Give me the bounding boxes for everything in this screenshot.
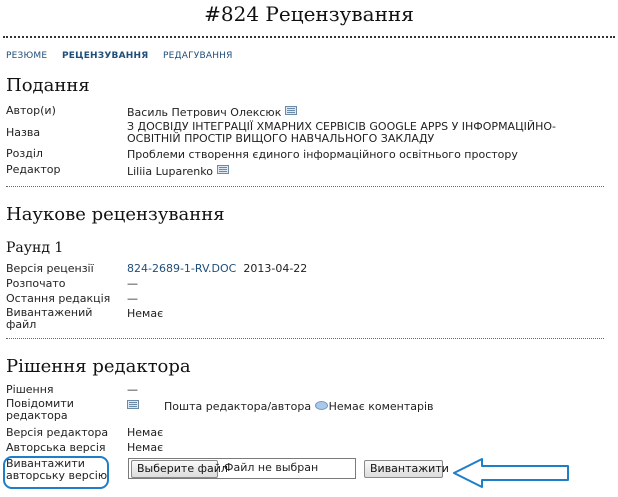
title-label: Назва xyxy=(6,126,41,139)
author-value: Василь Петрович Олексюк xyxy=(127,106,298,119)
decision-value: — xyxy=(127,383,138,396)
page-title: #824 Рецензування xyxy=(204,2,414,26)
mail-icon[interactable] xyxy=(216,165,229,174)
editor-name: Liliia Luparenko xyxy=(127,165,213,178)
comment-bubble-icon[interactable] xyxy=(314,401,328,410)
author-version-label: Авторська версія xyxy=(6,441,106,454)
review-version-date: 2013-04-22 xyxy=(243,262,308,275)
section-value: Проблеми створення єдиного інформаційног… xyxy=(127,148,518,161)
section-divider xyxy=(6,186,604,187)
started-label: Розпочато xyxy=(6,277,66,290)
tab-summary[interactable]: РЕЗЮМЕ xyxy=(6,51,47,61)
review-heading: Наукове рецензування xyxy=(6,204,225,225)
review-version-value: 824-2689-1-RV.DOC 2013-04-22 xyxy=(127,263,307,275)
submission-heading: Подання xyxy=(6,75,90,96)
title-value: З ДОСВІДУ ІНТЕГРАЦІЇ ХМАРНИХ СЕРВІСІВ GO… xyxy=(127,120,556,145)
comments-link[interactable]: Немає коментарів xyxy=(329,400,434,413)
tab-review[interactable]: РЕЦЕНЗУВАННЯ xyxy=(62,51,148,61)
editor-author-mail-link[interactable]: Пошта редактора/автора xyxy=(164,400,311,413)
mail-icon[interactable] xyxy=(285,106,298,115)
highlight-circle xyxy=(3,456,109,489)
section-label: Розділ xyxy=(6,147,43,160)
last-edit-value: — xyxy=(127,292,138,305)
section-divider xyxy=(6,338,604,339)
editor-version-label: Версія редактора xyxy=(6,426,109,439)
uploaded-file-value: Немає xyxy=(127,307,164,320)
started-value: — xyxy=(127,277,138,290)
editor-label: Редактор xyxy=(6,163,61,176)
notify-editor-value: Пошта редактора/автора Немає коментарів xyxy=(127,400,434,413)
author-label: Автор(и) xyxy=(6,104,56,117)
uploaded-file-label: Вивантажений файл xyxy=(6,306,93,331)
editor-version-value: Немає xyxy=(127,426,164,439)
tab-editing[interactable]: РЕДАГУВАННЯ xyxy=(163,51,233,61)
mail-icon[interactable] xyxy=(127,400,139,409)
decision-heading: Рішення редактора xyxy=(6,356,191,377)
annotation-arrow-icon xyxy=(453,458,569,488)
author-name: Василь Петрович Олексюк xyxy=(127,106,282,119)
upload-button[interactable]: Вивантажити xyxy=(364,460,449,478)
editor-value: Liliia Luparenko xyxy=(127,165,229,178)
decision-label: Рішення xyxy=(6,383,54,396)
review-file-link[interactable]: 824-2689-1-RV.DOC xyxy=(127,262,236,275)
title-divider xyxy=(3,36,615,38)
no-file-text: Файл не выбран xyxy=(224,461,319,474)
notify-editor-label: Повідомити редактора xyxy=(6,397,74,422)
author-version-value: Немає xyxy=(127,441,164,454)
round-heading: Раунд 1 xyxy=(6,240,64,256)
last-edit-label: Остання редакція xyxy=(6,292,111,305)
choose-file-button[interactable]: Выберите файл xyxy=(131,460,228,478)
review-version-label: Версія рецензії xyxy=(6,262,94,275)
